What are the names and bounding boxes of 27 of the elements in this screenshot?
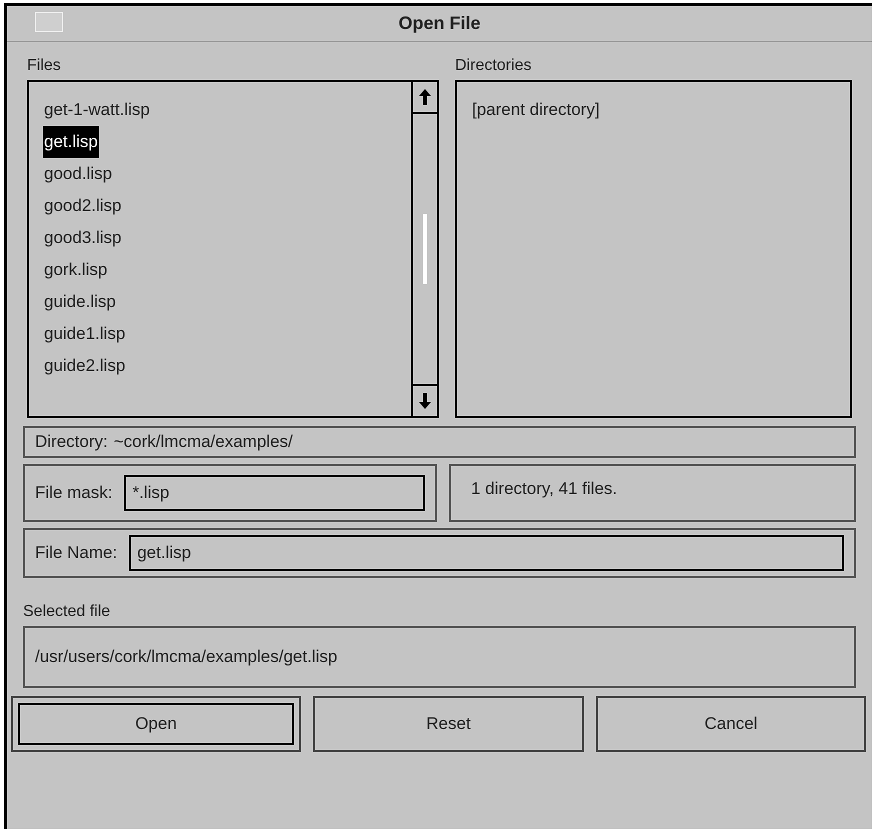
files-label: Files bbox=[27, 56, 61, 76]
window-title: Open File bbox=[398, 12, 480, 35]
directories-label: Directories bbox=[455, 56, 532, 76]
file-item[interactable]: guide.lisp bbox=[43, 286, 117, 318]
directory-path: ~cork/lmcma/examples/ bbox=[114, 431, 293, 454]
dialog-button[interactable]: Open bbox=[18, 703, 294, 745]
directory-label: Directory: bbox=[35, 431, 108, 454]
file-mask-field[interactable]: *.lisp bbox=[124, 475, 425, 511]
directory-item[interactable]: [parent directory] bbox=[471, 94, 601, 126]
down-arrow-icon bbox=[419, 393, 431, 409]
file-item[interactable]: good2.lisp bbox=[43, 190, 123, 222]
file-item[interactable]: guide2.lisp bbox=[43, 350, 126, 382]
file-item[interactable]: get.lisp bbox=[43, 126, 99, 158]
selected-file-path: /usr/users/cork/lmcma/examples/get.lisp bbox=[35, 646, 338, 668]
file-count-text: 1 directory, 41 files. bbox=[471, 478, 618, 500]
file-item[interactable]: good3.lisp bbox=[43, 222, 123, 254]
file-mask-label: File mask: bbox=[35, 482, 112, 504]
selected-file-label: Selected file bbox=[23, 602, 110, 622]
up-arrow-icon bbox=[419, 89, 431, 105]
file-item[interactable]: get-1-watt.lisp bbox=[43, 94, 151, 126]
file-item[interactable]: good.lisp bbox=[43, 158, 114, 190]
file-name-field[interactable]: get.lisp bbox=[129, 535, 844, 571]
file-name-label: File Name: bbox=[35, 542, 118, 564]
scroll-thumb[interactable] bbox=[423, 214, 427, 284]
file-item[interactable]: guide1.lisp bbox=[43, 318, 126, 350]
file-item[interactable]: gork.lisp bbox=[43, 254, 108, 286]
scrollbar[interactable] bbox=[411, 82, 437, 416]
